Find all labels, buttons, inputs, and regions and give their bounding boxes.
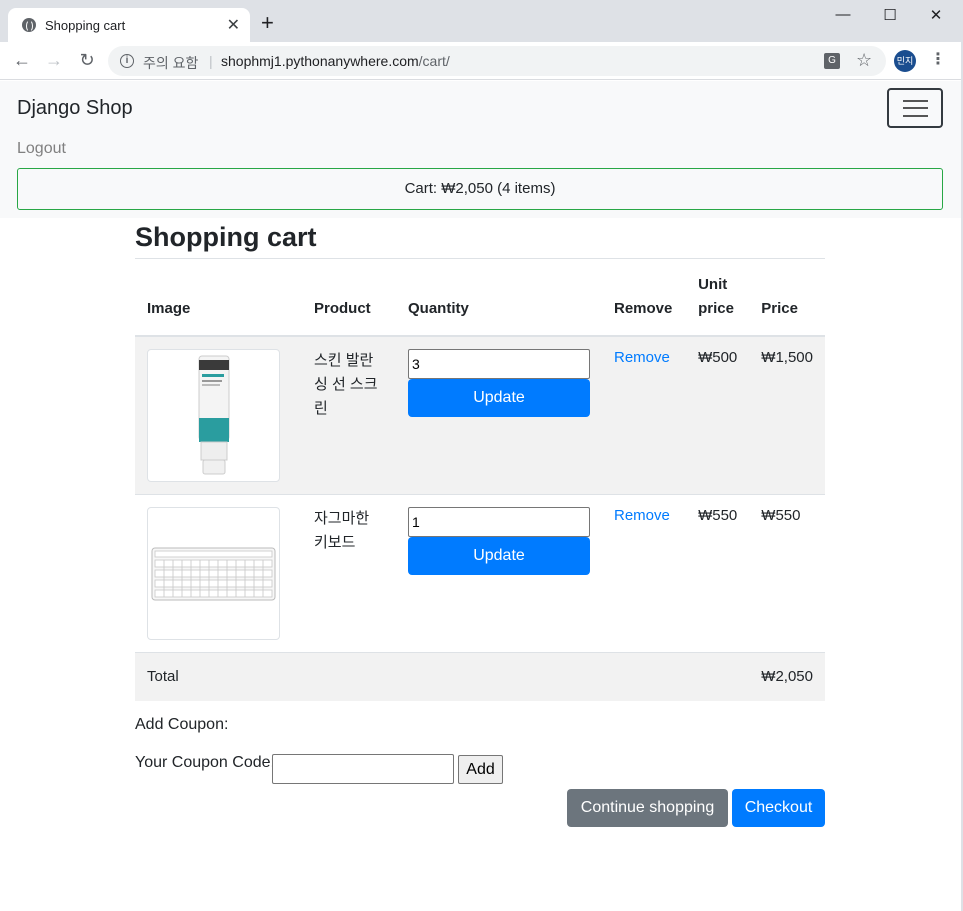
product-image[interactable] [147, 507, 280, 640]
profile-avatar[interactable]: 민지 [894, 50, 916, 72]
remove-cell: Remove [601, 494, 687, 653]
update-button[interactable]: Update [407, 379, 590, 417]
reload-icon[interactable]: ↻ [76, 50, 98, 70]
keyboard-icon [151, 547, 276, 601]
coupon-form: Your Coupon Code: Add [135, 754, 503, 784]
security-label: 주의 요함 [143, 55, 199, 71]
coupon-heading: Add Coupon: [135, 716, 229, 733]
total-row: Total ₩2,050 [135, 652, 825, 701]
hamburger-bar [903, 115, 928, 117]
url-host: shophmj1.pythonanywhere.com [221, 53, 419, 69]
product-cell: 스킨 발란싱 선 스크린 [301, 335, 396, 495]
checkout-button[interactable]: Checkout [732, 789, 825, 827]
image-cell [135, 335, 302, 495]
empty-cell [601, 652, 687, 701]
navbar-toggler-button[interactable] [887, 88, 943, 128]
unit-price-cell: ₩500 [686, 335, 750, 495]
image-cell [135, 494, 302, 653]
sunscreen-tube-icon [198, 355, 230, 475]
hamburger-bar [903, 100, 928, 102]
remove-cell: Remove [601, 335, 687, 495]
quantity-input[interactable] [407, 507, 590, 537]
brand-link[interactable]: Django Shop [17, 97, 133, 120]
minimize-button[interactable]: — [828, 6, 858, 23]
product-name: 자그마한 키보드 [313, 510, 370, 551]
header-product: Product [301, 273, 396, 337]
table-row: 스킨 발란싱 선 스크린 Update Remove ₩500 ₩1,500 [135, 335, 825, 495]
product-cell: 자그마한 키보드 [301, 494, 396, 653]
header-unit-price: Unit price [686, 273, 750, 337]
url-text[interactable]: shophmj1.pythonanywhere.com/cart/ [221, 53, 450, 69]
browser-tab[interactable]: Shopping cart ✕ [8, 8, 250, 42]
browser-toolbar: ← → ↻ i 주의 요함 | shophmj1.pythonanywhere.… [0, 42, 963, 80]
cart-table: Image Product Quantity Remove Unit price… [135, 273, 825, 701]
address-bar[interactable]: i 주의 요함 | shophmj1.pythonanywhere.com/ca… [108, 46, 886, 76]
tab-close-icon[interactable]: ✕ [227, 15, 240, 35]
update-button[interactable]: Update [407, 537, 590, 575]
empty-cell [301, 652, 396, 701]
coupon-add-button[interactable]: Add [458, 755, 503, 784]
url-path: /cart/ [418, 53, 450, 69]
forward-icon[interactable]: → [43, 50, 65, 70]
empty-cell [686, 652, 750, 701]
globe-icon [22, 18, 36, 32]
info-icon[interactable]: i [120, 54, 134, 68]
new-tab-button[interactable]: + [261, 12, 274, 34]
coupon-code-input[interactable] [272, 754, 454, 784]
table-row: 자그마한 키보드 Update Remove ₩550 ₩550 [135, 494, 825, 653]
empty-cell [395, 652, 602, 701]
logout-link[interactable]: Logout [17, 140, 66, 158]
page-title: Shopping cart [135, 218, 825, 259]
remove-link[interactable]: Remove [614, 349, 670, 366]
remove-link[interactable]: Remove [614, 507, 670, 524]
bookmark-star-icon[interactable]: ☆ [856, 50, 872, 71]
header-quantity: Quantity [395, 273, 602, 337]
site-navbar: Django Shop Logout Cart: ₩2,050 (4 items… [0, 81, 963, 218]
quantity-cell: Update [395, 494, 602, 653]
header-image: Image [135, 273, 302, 337]
total-label: Total [135, 652, 302, 701]
back-icon[interactable]: ← [11, 50, 33, 70]
translate-icon[interactable]: G [824, 53, 840, 69]
header-remove: Remove [601, 273, 687, 337]
product-name: 스킨 발란싱 선 스크린 [313, 352, 378, 417]
continue-shopping-button[interactable]: Continue shopping [567, 789, 728, 827]
quantity-input[interactable] [407, 349, 590, 379]
tab-title: Shopping cart [45, 18, 126, 33]
hamburger-bar [903, 107, 928, 109]
maximize-button[interactable]: ☐ [875, 6, 905, 24]
header-price: Price [749, 273, 825, 337]
product-image[interactable] [147, 349, 280, 482]
cart-summary[interactable]: Cart: ₩2,050 (4 items) [17, 168, 943, 210]
total-value: ₩2,050 [749, 652, 825, 701]
browser-titlebar: Shopping cart ✕ + — ☐ ✕ [0, 0, 963, 42]
browser-menu-icon[interactable]: ⋮ [930, 51, 946, 69]
cart-container: Shopping cart Image Product Quantity Rem… [135, 218, 825, 827]
quantity-cell: Update [395, 335, 602, 495]
price-cell: ₩550 [749, 494, 825, 653]
coupon-code-label: Your Coupon Code: [135, 754, 275, 771]
unit-price-cell: ₩550 [686, 494, 750, 653]
table-header-row: Image Product Quantity Remove Unit price… [135, 273, 825, 337]
price-cell: ₩1,500 [749, 335, 825, 495]
divider: | [209, 53, 213, 69]
close-window-button[interactable]: ✕ [921, 6, 951, 24]
